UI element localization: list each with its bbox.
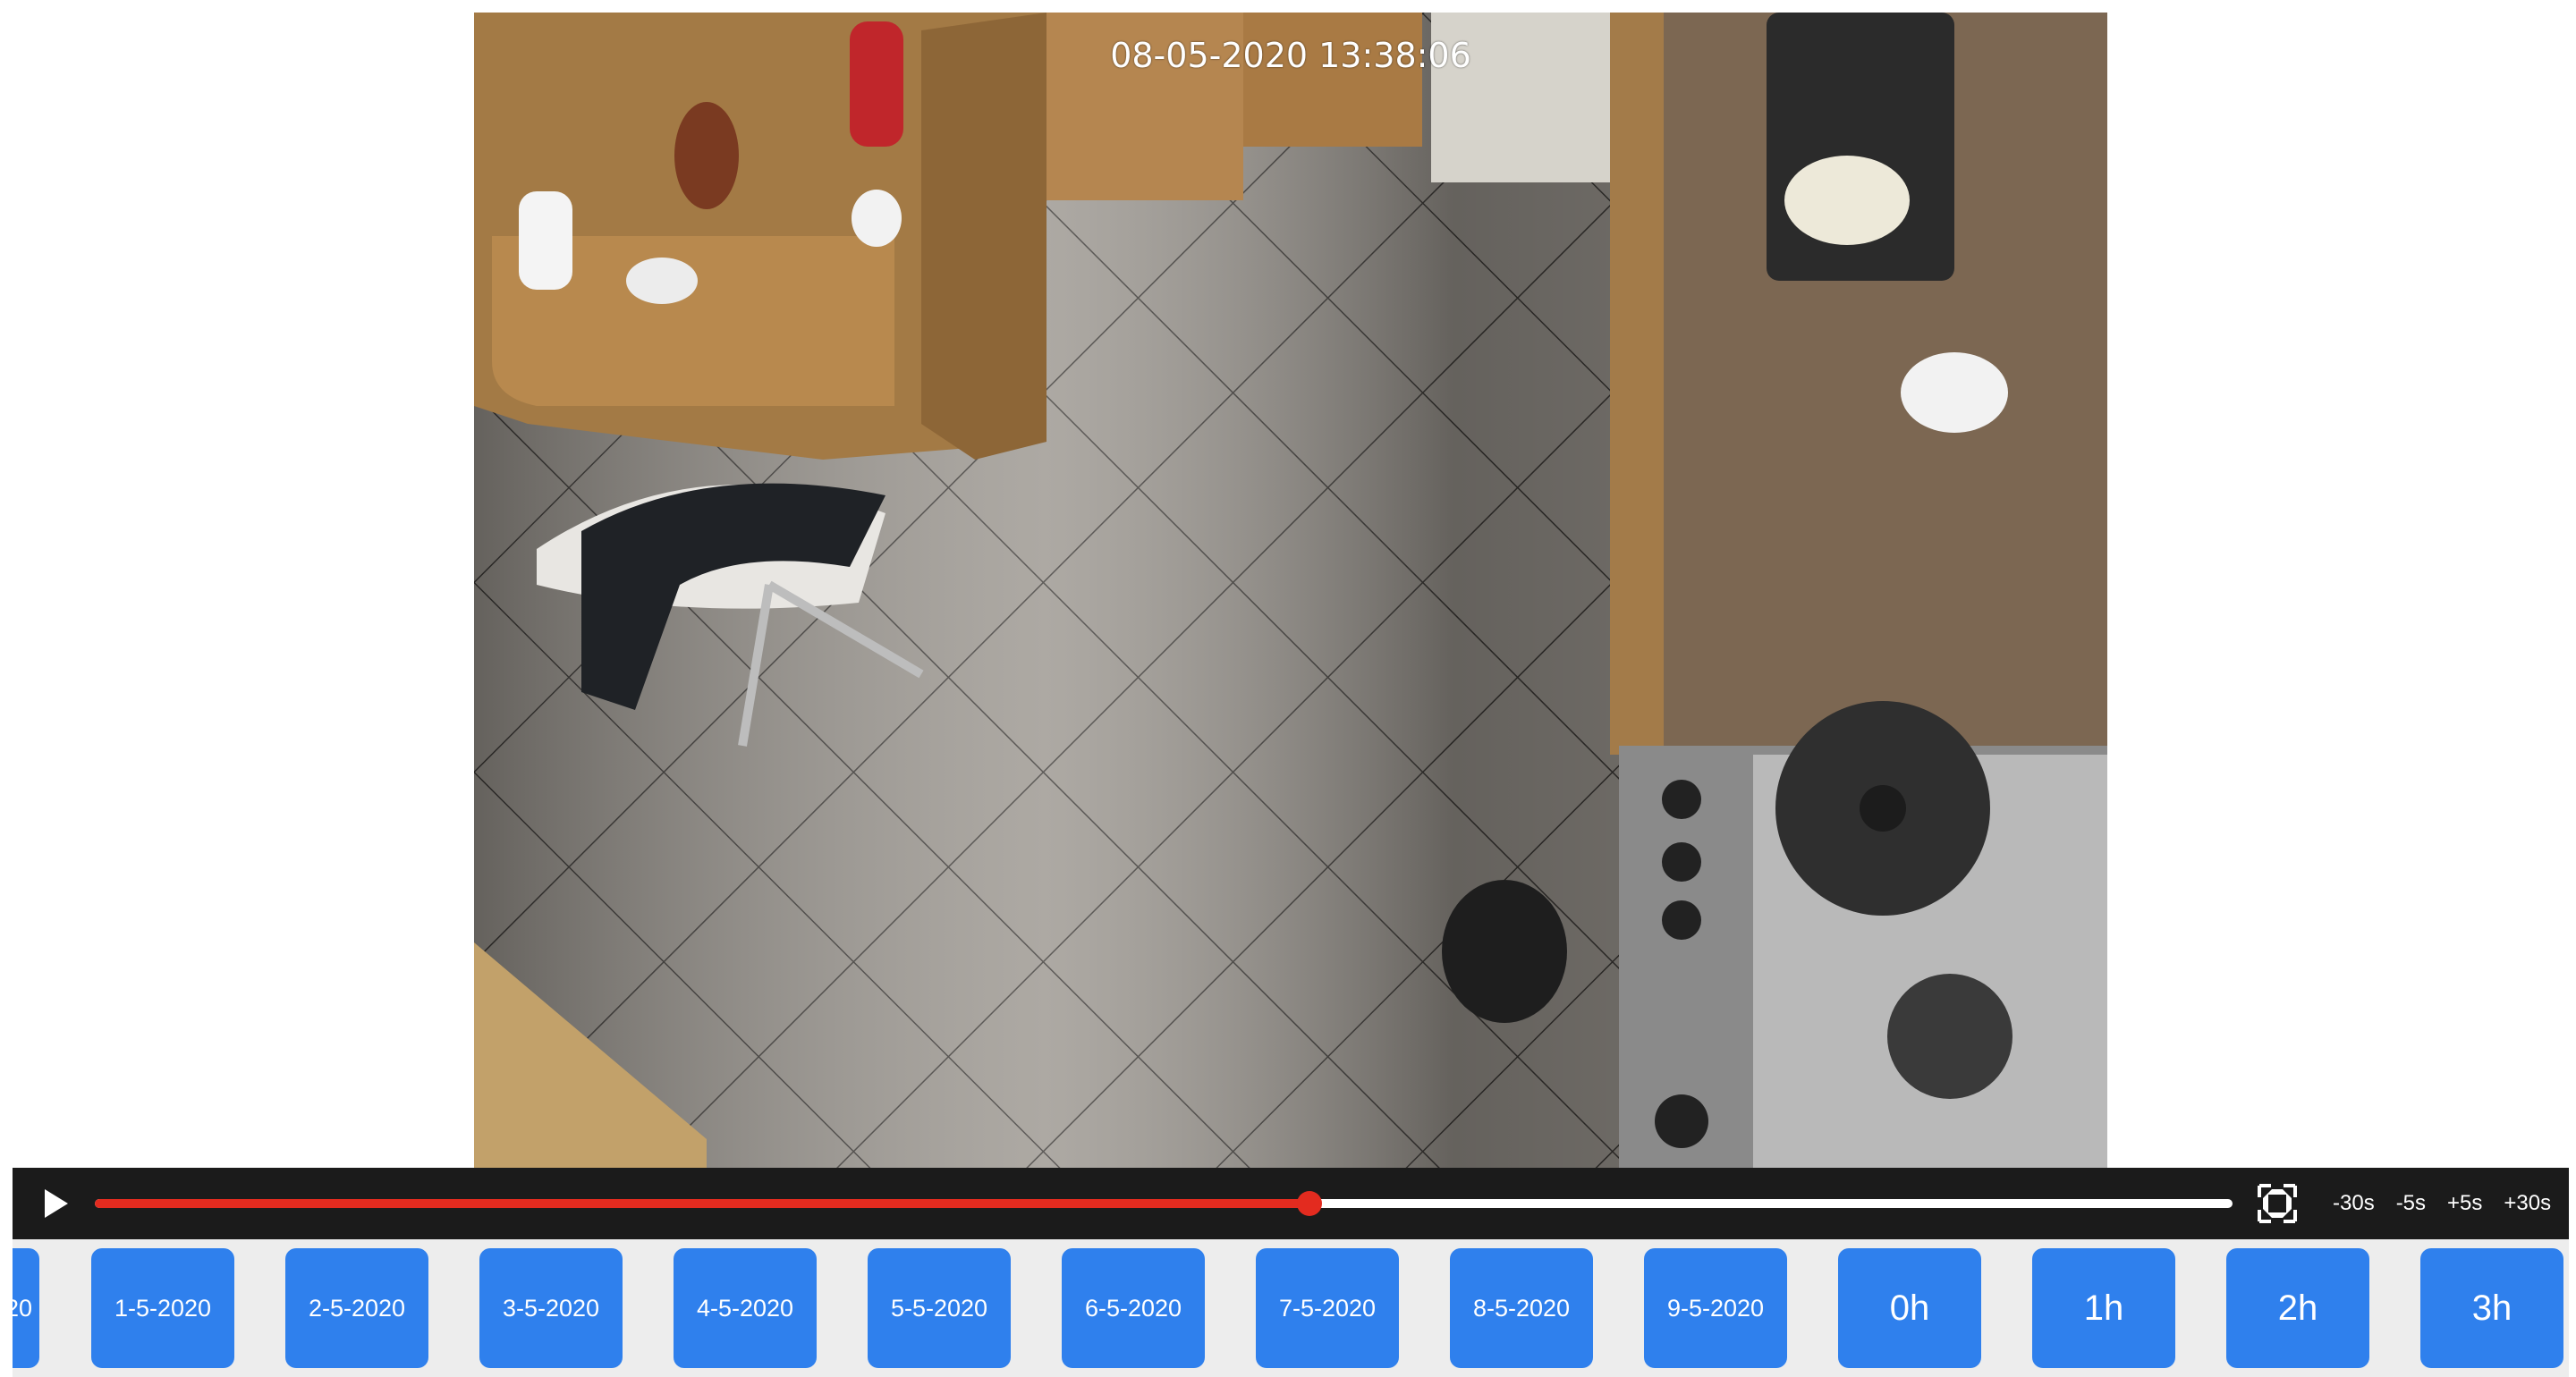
progress-handle[interactable] [1296, 1191, 1322, 1216]
date-button-partial[interactable]: 20 [13, 1248, 39, 1368]
hour-button-label: 0h [1889, 1288, 1930, 1328]
date-button[interactable]: 2-5-2020 [285, 1248, 428, 1368]
date-button-label: 8-5-2020 [1472, 1294, 1571, 1322]
date-button-label: 7-5-2020 [1278, 1294, 1377, 1322]
kitchen-camera-image [474, 13, 2107, 1168]
seek-back-30s-button[interactable]: -30s [2322, 1191, 2385, 1216]
hour-button-label: 2h [2277, 1288, 2318, 1328]
video-frame[interactable]: 08-05-2020 13:38:06 [474, 13, 2107, 1168]
fullscreen-button[interactable] [2233, 1168, 2322, 1239]
video-timestamp: 08-05-2020 13:38:06 [1110, 36, 1471, 75]
date-button-label: 2-5-2020 [308, 1294, 406, 1322]
date-button-label: 4-5-2020 [696, 1294, 794, 1322]
hour-button[interactable]: 2h [2226, 1248, 2369, 1368]
date-button-label: 20 [13, 1294, 32, 1322]
hour-button-label: 3h [2471, 1288, 2512, 1328]
date-button-label: 5-5-2020 [890, 1294, 988, 1322]
date-button[interactable]: 5-5-2020 [868, 1248, 1011, 1368]
hour-button[interactable]: 0h [1838, 1248, 1981, 1368]
play-icon [45, 1189, 68, 1218]
seek-back-5s-button[interactable]: -5s [2385, 1191, 2436, 1216]
hour-button[interactable]: 1h [2032, 1248, 2175, 1368]
date-button[interactable]: 8-5-2020 [1450, 1248, 1593, 1368]
date-button-label: 1-5-2020 [114, 1294, 212, 1322]
player-control-bar: -30s -5s +5s +30s [13, 1168, 2569, 1239]
date-button-label: 9-5-2020 [1666, 1294, 1765, 1322]
date-button-label: 6-5-2020 [1084, 1294, 1182, 1322]
fullscreen-icon [2258, 1184, 2297, 1223]
date-button[interactable]: 9-5-2020 [1644, 1248, 1787, 1368]
date-button-label: 3-5-2020 [502, 1294, 600, 1322]
hour-button-label: 1h [2083, 1288, 2124, 1328]
date-button[interactable]: 7-5-2020 [1256, 1248, 1399, 1368]
video-player-page: 08-05-2020 13:38:06 -30s -5s +5s +30s 20… [0, 0, 2576, 1377]
seek-forward-30s-button[interactable]: +30s [2493, 1191, 2562, 1216]
progress-fill [95, 1199, 1309, 1208]
play-button[interactable] [13, 1168, 95, 1239]
date-hour-strip[interactable]: 20 1-5-2020 2-5-2020 3-5-2020 4-5-2020 5… [13, 1239, 2569, 1377]
date-button[interactable]: 3-5-2020 [479, 1248, 623, 1368]
date-button[interactable]: 4-5-2020 [674, 1248, 817, 1368]
seek-forward-5s-button[interactable]: +5s [2436, 1191, 2493, 1216]
progress-bar[interactable] [95, 1191, 2233, 1216]
date-button[interactable]: 6-5-2020 [1062, 1248, 1205, 1368]
hour-button[interactable]: 3h [2420, 1248, 2563, 1368]
date-button[interactable]: 1-5-2020 [91, 1248, 234, 1368]
